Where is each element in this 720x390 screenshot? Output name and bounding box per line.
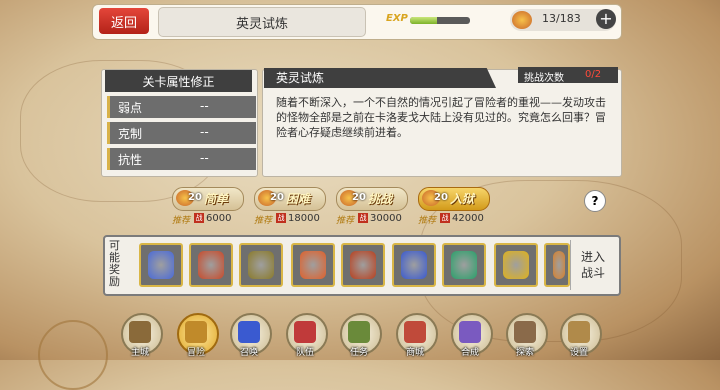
difficulty-cost: 20 (434, 192, 448, 203)
castle-icon (129, 321, 151, 343)
stamina-count: 13/183 (542, 12, 581, 25)
nav-explore-button[interactable]: 探索 (502, 313, 548, 359)
magma-ore-icon (350, 251, 376, 279)
summon-icon (238, 321, 260, 343)
add-stamina-button[interactable]: + (596, 9, 616, 29)
blue-weapon-icon (401, 251, 427, 279)
exp-fill (410, 17, 437, 24)
nav-craft-button[interactable]: 合成 (447, 313, 493, 359)
challenge-count: 0/2 (585, 69, 602, 80)
modifier-label: 克制 (118, 127, 143, 141)
power-badge: 战 (440, 213, 450, 223)
power-badge: 战 (194, 213, 204, 223)
recommend-label: 推荐 (336, 216, 355, 226)
gold-ore-icon (248, 251, 274, 279)
nav-team-button[interactable]: 队伍 (282, 313, 328, 359)
recommend-label: 推荐 (254, 216, 273, 226)
recommend-label: 推荐 (418, 216, 437, 226)
difficulty-name: 挑战 (368, 192, 393, 206)
adventure-icon (185, 321, 207, 343)
nav-label: 设置 (569, 348, 588, 358)
enter-battle-label: 战斗 (580, 266, 605, 280)
explore-icon (514, 321, 536, 343)
difficulty-challenge-button[interactable]: 20 挑战 推荐 战 30000 (336, 187, 408, 227)
modifier-label: 弱点 (118, 101, 143, 115)
nav-shop-button[interactable]: 商城 (392, 313, 438, 359)
difficulty-hell-button[interactable]: 20 入狱 推荐 战 42000 (418, 187, 490, 227)
modifier-value: -- (200, 151, 209, 165)
nav-label: 召唤 (239, 348, 258, 358)
description-text: 随着不断深入，一个不自然的情况引起了冒险者的重视——发动攻击的怪物全部是之前在卡… (276, 96, 606, 139)
settings-icon (568, 321, 590, 343)
exp-label: EXP (386, 13, 408, 24)
nav-castle-button[interactable]: 主城 (117, 313, 163, 359)
difficulty-cost: 20 (270, 192, 284, 203)
modifier-row-resistance: 抗性 -- (107, 148, 256, 170)
shop-icon (404, 321, 426, 343)
modifier-row-weakness: 弱点 -- (107, 96, 256, 118)
modifier-value: -- (200, 125, 209, 139)
difficulty-name: 简单 (204, 192, 229, 206)
nav-adventure-button[interactable]: 冒险 (173, 313, 219, 359)
reward-slot[interactable] (341, 243, 385, 287)
modifier-label: 抗性 (118, 153, 143, 167)
enter-battle-button[interactable]: 进入 战斗 (570, 240, 615, 290)
recommended-power: 30000 (370, 213, 402, 224)
recommended-power: 42000 (452, 213, 484, 224)
reward-slot[interactable] (291, 243, 335, 287)
stamina-icon (512, 11, 532, 29)
blue-crystal-icon (148, 251, 174, 279)
reward-slot[interactable] (189, 243, 233, 287)
reward-slot[interactable] (239, 243, 283, 287)
exp-bar (410, 17, 470, 24)
nav-quest-button[interactable]: 任务 (336, 313, 382, 359)
challenge-label: 挑战次数 (524, 73, 564, 84)
difficulty-name: 困难 (286, 192, 311, 206)
nav-label: 冒险 (186, 348, 205, 358)
reward-slot[interactable] (139, 243, 183, 287)
back-button[interactable]: 返回 (99, 8, 149, 34)
quest-icon (348, 321, 370, 343)
orange-gem-icon (553, 251, 565, 279)
reward-slot[interactable] (544, 243, 570, 287)
reward-slot[interactable] (442, 243, 486, 287)
recommended-power: 18000 (288, 213, 320, 224)
difficulty-hard-button[interactable]: 20 困难 推荐 战 18000 (254, 187, 326, 227)
nav-summon-button[interactable]: 召唤 (226, 313, 272, 359)
reward-slot[interactable] (392, 243, 436, 287)
nav-label: 队伍 (295, 348, 314, 358)
red-ore-icon (198, 251, 224, 279)
modifier-row-counter: 克制 -- (107, 122, 256, 144)
reward-slot[interactable] (494, 243, 538, 287)
nav-label: 主城 (130, 348, 149, 358)
power-badge: 战 (276, 213, 286, 223)
nav-label: 合成 (460, 348, 479, 358)
nav-label: 任务 (349, 348, 368, 358)
recommend-label: 推荐 (172, 216, 191, 226)
difficulty-name: 入狱 (450, 192, 475, 206)
compass-rose-icon (38, 320, 108, 390)
rewards-label: 可能奖励 (109, 239, 120, 288)
green-gem-icon (451, 251, 477, 279)
team-icon (294, 321, 316, 343)
recommended-power: 6000 (206, 213, 232, 224)
fire-crystal-icon (300, 251, 326, 279)
page-title: 英灵试炼 (158, 7, 366, 37)
modifier-value: -- (200, 99, 209, 113)
difficulty-easy-button[interactable]: 20 简单 推荐 战 6000 (172, 187, 244, 227)
nav-settings-button[interactable]: 设置 (556, 313, 602, 359)
help-button[interactable]: ? (584, 190, 606, 212)
description-title: 英灵试炼 (264, 68, 496, 88)
enter-battle-label: 进入 (580, 250, 605, 264)
power-badge: 战 (358, 213, 368, 223)
difficulty-cost: 20 (188, 192, 202, 203)
difficulty-cost: 20 (352, 192, 366, 203)
nav-label: 探索 (515, 348, 534, 358)
nav-label: 商城 (405, 348, 424, 358)
gold-gem-icon (503, 251, 529, 279)
craft-icon (459, 321, 481, 343)
modifier-title: 关卡属性修正 (105, 70, 252, 92)
